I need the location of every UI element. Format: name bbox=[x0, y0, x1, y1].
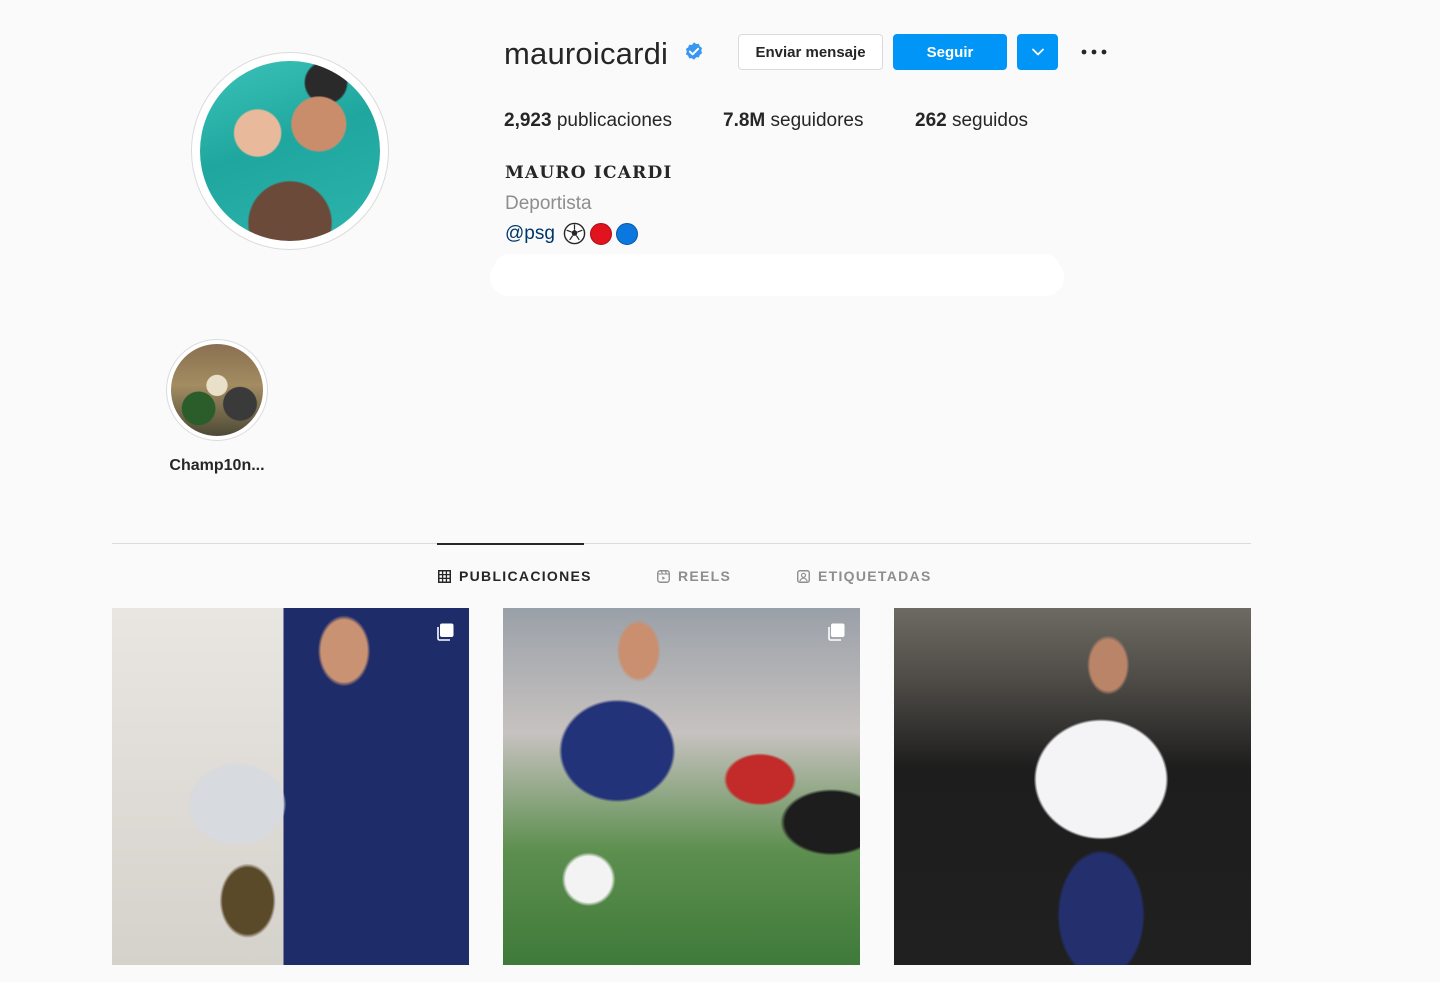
send-message-button[interactable]: Enviar mensaje bbox=[738, 34, 883, 70]
highlight-label[interactable]: Champ10n... bbox=[140, 457, 294, 475]
more-options-icon[interactable] bbox=[1078, 40, 1110, 64]
suggested-accounts-dropdown-button[interactable] bbox=[1017, 34, 1058, 70]
tab-label: ETIQUETADAS bbox=[818, 568, 932, 584]
bio-line: @psg bbox=[505, 222, 638, 245]
followers-stat[interactable]: 7.8M seguidores bbox=[723, 110, 863, 132]
soccer-ball-icon bbox=[563, 222, 586, 245]
post-thumbnail[interactable] bbox=[503, 608, 860, 965]
profile-category: Deportista bbox=[505, 193, 592, 214]
posts-label: publicaciones bbox=[556, 110, 672, 131]
carousel-icon bbox=[828, 623, 845, 641]
username: mauroicardi bbox=[504, 36, 669, 71]
tab-etiquetadas[interactable]: ETIQUETADAS bbox=[797, 568, 932, 584]
followers-count: 7.8M bbox=[723, 110, 766, 131]
posts-count-stat: 2,923 publicaciones bbox=[504, 110, 672, 132]
following-stat[interactable]: 262 seguidos bbox=[915, 110, 1028, 132]
red-circle-icon bbox=[589, 222, 612, 245]
tagged-icon bbox=[797, 569, 810, 583]
highlight-cover-image bbox=[171, 344, 263, 436]
bio-mention-link[interactable]: @psg bbox=[505, 223, 555, 245]
tab-label: REELS bbox=[678, 568, 732, 584]
tab-label: PUBLICACIONES bbox=[459, 568, 592, 584]
verified-badge-icon bbox=[685, 42, 703, 60]
post-thumbnail[interactable] bbox=[894, 608, 1251, 965]
reels-icon bbox=[657, 569, 670, 583]
redacted-bio-link bbox=[494, 254, 1060, 284]
following-count: 262 bbox=[915, 110, 947, 131]
posts-count: 2,923 bbox=[504, 110, 552, 131]
grid-icon bbox=[438, 569, 451, 583]
blue-circle-icon bbox=[615, 222, 638, 245]
tabs-divider bbox=[112, 543, 1251, 544]
chevron-down-icon bbox=[1031, 48, 1044, 56]
carousel-icon bbox=[437, 623, 454, 641]
post-thumbnail[interactable] bbox=[112, 608, 469, 965]
followers-label: seguidores bbox=[770, 110, 864, 131]
active-tab-indicator bbox=[437, 543, 584, 545]
tab-reels[interactable]: REELS bbox=[657, 568, 731, 584]
tab-publicaciones[interactable]: PUBLICACIONES bbox=[438, 568, 592, 584]
full-name: MAURO ICARDI bbox=[505, 163, 673, 183]
story-highlight[interactable] bbox=[166, 339, 268, 441]
avatar-image bbox=[200, 61, 380, 241]
follow-button[interactable]: Seguir bbox=[893, 34, 1007, 70]
following-label: seguidos bbox=[951, 110, 1029, 131]
profile-avatar[interactable] bbox=[191, 52, 389, 250]
bio-emojis bbox=[561, 222, 638, 245]
